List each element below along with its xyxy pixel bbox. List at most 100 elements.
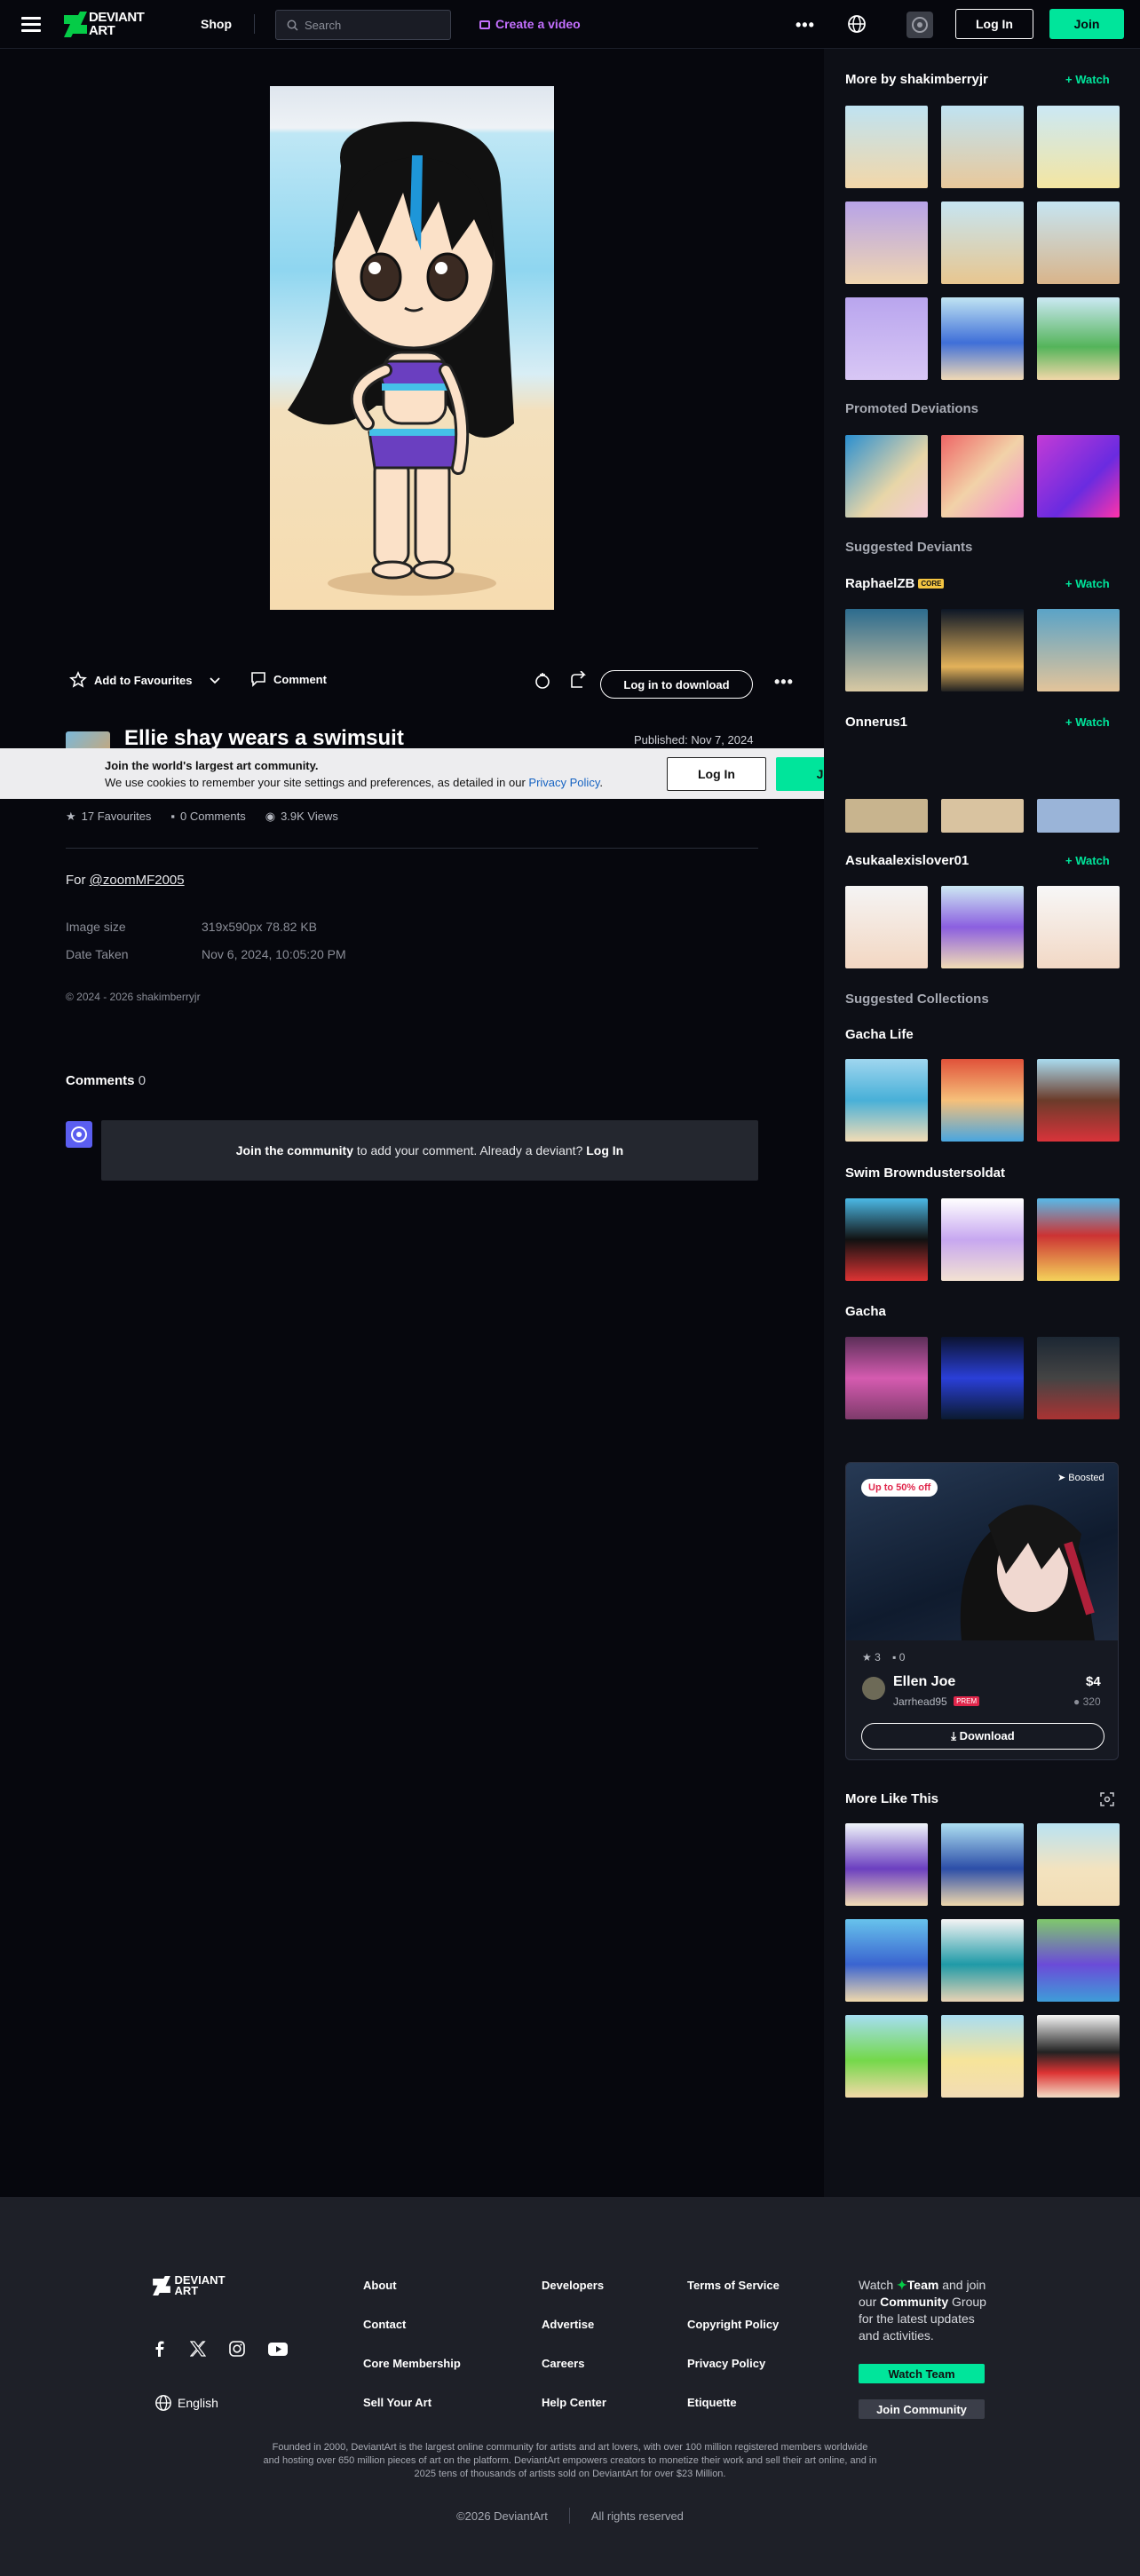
more-options-icon[interactable]: ••• bbox=[774, 673, 794, 691]
thumbnail[interactable] bbox=[845, 609, 928, 691]
user-avatar-icon[interactable] bbox=[906, 12, 933, 38]
thumbnail[interactable] bbox=[941, 1337, 1024, 1419]
thumbnail[interactable] bbox=[845, 1919, 928, 2002]
youtube-icon[interactable] bbox=[268, 2341, 288, 2357]
watch-button[interactable]: + Watch bbox=[1065, 73, 1110, 86]
seller-avatar[interactable] bbox=[862, 1677, 885, 1700]
join-community-button[interactable]: Join Community bbox=[859, 2399, 985, 2419]
footer-link-core-membership[interactable]: Core Membership bbox=[363, 2357, 461, 2370]
thumbnail[interactable] bbox=[1037, 1823, 1120, 1906]
thumbnail[interactable] bbox=[941, 1059, 1024, 1142]
deviant-name[interactable]: Onnerus1 bbox=[845, 715, 907, 730]
boosted-product-card[interactable]: Up to 50% off ➤ Boosted ★ 3 ▪ 0 Ellen Jo… bbox=[845, 1462, 1119, 1760]
thumbnail[interactable] bbox=[1037, 886, 1120, 968]
product-title[interactable]: Ellen Joe bbox=[893, 1674, 955, 1690]
thumbnail[interactable] bbox=[1037, 1337, 1120, 1419]
footer-link-developers[interactable]: Developers bbox=[542, 2279, 604, 2292]
thumbnail[interactable] bbox=[941, 609, 1024, 691]
facebook-icon[interactable] bbox=[153, 2341, 167, 2357]
footer-link-about[interactable]: About bbox=[363, 2279, 397, 2292]
cookie-login-button[interactable]: Log In bbox=[667, 757, 766, 791]
join-community-link[interactable]: Join the community bbox=[236, 1143, 353, 1158]
instagram-icon[interactable] bbox=[229, 2341, 245, 2357]
footer-link-terms[interactable]: Terms of Service bbox=[687, 2279, 780, 2292]
thumbnail[interactable] bbox=[845, 1337, 928, 1419]
thumbnail[interactable] bbox=[845, 2015, 928, 2098]
footer-link-careers[interactable]: Careers bbox=[542, 2357, 584, 2370]
thumbnail[interactable] bbox=[941, 106, 1024, 188]
language-globe-icon[interactable] bbox=[847, 14, 867, 34]
add-to-favourites-button[interactable]: Add to Favourites bbox=[69, 671, 221, 689]
thumbnail[interactable] bbox=[1037, 1198, 1120, 1281]
more-menu-icon[interactable]: ••• bbox=[796, 16, 815, 35]
footer-link-contact[interactable]: Contact bbox=[363, 2318, 406, 2331]
footer-link-copyright-policy[interactable]: Copyright Policy bbox=[687, 2318, 779, 2331]
watch-button[interactable]: + Watch bbox=[1065, 715, 1110, 729]
promoted-thumbnail[interactable] bbox=[941, 435, 1024, 518]
create-video-link[interactable]: Create a video bbox=[479, 17, 581, 31]
seller-name[interactable]: Jarrhead95 PREM bbox=[893, 1695, 980, 1708]
visual-search-icon[interactable] bbox=[1100, 1792, 1114, 1806]
thumbnail[interactable] bbox=[1037, 201, 1120, 284]
thumbnail[interactable] bbox=[1037, 297, 1120, 380]
watch-button[interactable]: + Watch bbox=[1065, 854, 1110, 867]
thumbnail[interactable] bbox=[845, 1198, 928, 1281]
thumbnail[interactable] bbox=[845, 1059, 928, 1142]
deviantart-logo-icon[interactable] bbox=[64, 12, 87, 37]
collection-name[interactable]: Gacha Life bbox=[845, 1027, 914, 1042]
login-to-download-button[interactable]: Log in to download bbox=[600, 670, 753, 699]
thumbnail[interactable] bbox=[941, 297, 1024, 380]
footer-link-sell-your-art[interactable]: Sell Your Art bbox=[363, 2396, 431, 2409]
footer-logo[interactable]: DEVIANT ART bbox=[153, 2274, 226, 2296]
share-icon[interactable] bbox=[568, 671, 588, 691]
thumbnail[interactable] bbox=[845, 201, 928, 284]
mention-link[interactable]: @zoomMF2005 bbox=[90, 873, 185, 888]
comment-button[interactable]: Comment bbox=[250, 671, 327, 687]
tip-icon[interactable] bbox=[533, 671, 552, 691]
thumbnail[interactable] bbox=[1037, 1919, 1120, 2002]
chevron-down-icon[interactable] bbox=[209, 674, 221, 686]
watch-team-button[interactable]: Watch Team bbox=[859, 2364, 985, 2383]
language-selector[interactable]: English bbox=[154, 2394, 218, 2412]
download-button[interactable]: ⤓ Download bbox=[861, 1723, 1104, 1750]
collection-name[interactable]: Swim Browndustersoldat bbox=[845, 1166, 1005, 1181]
thumbnail[interactable] bbox=[941, 1919, 1024, 2002]
search-box[interactable] bbox=[275, 10, 451, 40]
thumbnail[interactable] bbox=[941, 799, 1024, 833]
thumbnail[interactable] bbox=[941, 1198, 1024, 1281]
footer-link-advertise[interactable]: Advertise bbox=[542, 2318, 594, 2331]
collection-name[interactable]: Gacha bbox=[845, 1304, 886, 1319]
footer-link-etiquette[interactable]: Etiquette bbox=[687, 2396, 737, 2409]
promoted-thumbnail[interactable] bbox=[845, 435, 928, 518]
thumbnail[interactable] bbox=[941, 886, 1024, 968]
menu-icon[interactable] bbox=[21, 17, 41, 32]
thumbnail[interactable] bbox=[1037, 609, 1120, 691]
thumbnail[interactable] bbox=[845, 799, 928, 833]
deviantart-logo-text[interactable]: DEVIANT ART bbox=[89, 11, 145, 37]
footer-link-help-center[interactable]: Help Center bbox=[542, 2396, 606, 2409]
comment-login-link[interactable]: Log In bbox=[586, 1143, 623, 1158]
thumbnail[interactable] bbox=[1037, 799, 1120, 833]
x-twitter-icon[interactable] bbox=[190, 2341, 206, 2357]
footer-link-privacy-policy[interactable]: Privacy Policy bbox=[687, 2357, 765, 2370]
thumbnail[interactable] bbox=[941, 201, 1024, 284]
team-link[interactable]: ✦Team bbox=[897, 2278, 938, 2292]
privacy-policy-link[interactable]: Privacy Policy bbox=[528, 776, 599, 789]
thumbnail[interactable] bbox=[845, 297, 928, 380]
join-button[interactable]: Join bbox=[1049, 9, 1124, 39]
thumbnail[interactable] bbox=[941, 2015, 1024, 2098]
login-button[interactable]: Log In bbox=[955, 9, 1033, 39]
promoted-thumbnail[interactable] bbox=[1037, 435, 1120, 518]
search-input[interactable] bbox=[305, 11, 438, 39]
watch-button[interactable]: + Watch bbox=[1065, 577, 1110, 590]
shop-link[interactable]: Shop bbox=[201, 17, 232, 31]
thumbnail[interactable] bbox=[1037, 2015, 1120, 2098]
deviant-name[interactable]: Asukaalexislover01 bbox=[845, 853, 969, 868]
thumbnail[interactable] bbox=[845, 886, 928, 968]
thumbnail[interactable] bbox=[1037, 106, 1120, 188]
thumbnail[interactable] bbox=[941, 1823, 1024, 1906]
thumbnail[interactable] bbox=[845, 1823, 928, 1906]
thumbnail[interactable] bbox=[1037, 1059, 1120, 1142]
thumbnail[interactable] bbox=[845, 106, 928, 188]
deviation-image[interactable] bbox=[270, 86, 554, 610]
